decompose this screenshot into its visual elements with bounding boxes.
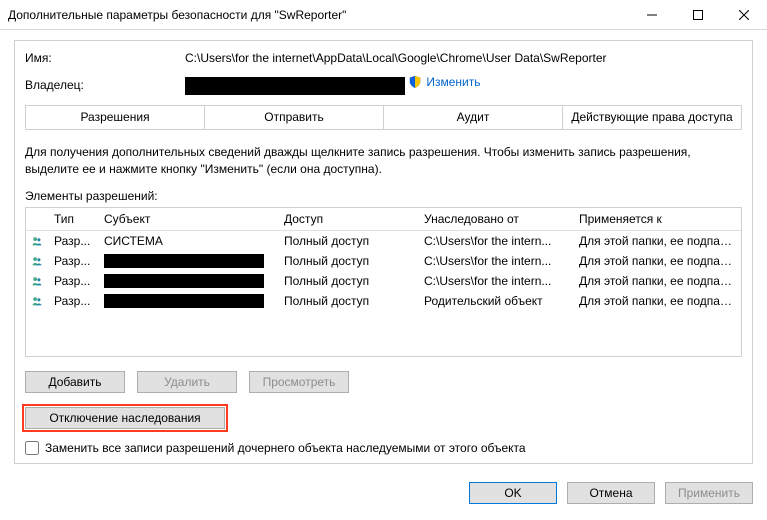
col-access[interactable]: Доступ (278, 208, 418, 230)
dialog-footer: OK Отмена Применить (0, 472, 767, 514)
cell-subject (98, 292, 278, 309)
minimize-icon (647, 10, 657, 20)
user-icon (26, 272, 48, 290)
window-title: Дополнительные параметры безопасности дл… (0, 8, 346, 22)
cell-type: Разр... (48, 233, 98, 249)
col-icon (26, 208, 48, 230)
window-buttons (629, 0, 767, 30)
cell-type: Разр... (48, 253, 98, 269)
action-button-row: Добавить Удалить Просмотреть (25, 371, 742, 393)
cell-type: Разр... (48, 273, 98, 289)
main-panel: Имя: C:\Users\for the internet\AppData\L… (14, 40, 753, 464)
cell-access: Полный доступ (278, 293, 418, 309)
remove-button: Удалить (137, 371, 237, 393)
maximize-icon (693, 10, 703, 20)
cell-inherited: C:\Users\for the intern... (418, 233, 573, 249)
titlebar: Дополнительные параметры безопасности дл… (0, 0, 767, 30)
subject-redacted (104, 254, 264, 268)
user-icon (26, 232, 48, 250)
table-row[interactable]: Разр... Полный доступРодительский объектД… (26, 291, 741, 311)
cell-subject (98, 252, 278, 269)
replace-checkbox-label: Заменить все записи разрешений дочернего… (45, 441, 526, 455)
cell-applies: Для этой папки, ее подпапок ... (573, 293, 741, 309)
table-row[interactable]: Разр...СИСТЕМАПолный доступC:\Users\for … (26, 231, 741, 251)
close-icon (739, 10, 749, 20)
tab-audit[interactable]: Аудит (383, 106, 562, 129)
subject-redacted (104, 294, 264, 308)
permissions-table: Тип Субъект Доступ Унаследовано от Приме… (25, 207, 742, 357)
cell-access: Полный доступ (278, 233, 418, 249)
replace-checkbox[interactable] (25, 441, 39, 455)
cell-applies: Для этой папки, ее подпапок ... (573, 233, 741, 249)
cell-inherited: C:\Users\for the intern... (418, 253, 573, 269)
table-row[interactable]: Разр... Полный доступC:\Users\for the int… (26, 271, 741, 291)
col-type[interactable]: Тип (48, 208, 98, 230)
inherit-button-row: Отключение наследования (25, 407, 742, 429)
view-button: Просмотреть (249, 371, 349, 393)
cell-applies: Для этой папки, ее подпапок ... (573, 253, 741, 269)
cell-type: Разр... (48, 293, 98, 309)
user-icon (26, 292, 48, 310)
owner-redacted (185, 77, 405, 95)
owner-label: Владелец: (25, 78, 185, 92)
name-row: Имя: C:\Users\for the internet\AppData\L… (25, 51, 742, 65)
minimize-button[interactable] (629, 0, 675, 30)
ok-button[interactable]: OK (469, 482, 557, 504)
replace-checkbox-row: Заменить все записи разрешений дочернего… (25, 441, 742, 455)
table-body: Разр...СИСТЕМАПолный доступC:\Users\for … (26, 231, 741, 311)
cell-subject: СИСТЕМА (98, 233, 278, 249)
close-button[interactable] (721, 0, 767, 30)
shield-icon (408, 75, 422, 89)
user-icon (26, 252, 48, 270)
tab-permissions[interactable]: Разрешения (25, 106, 204, 129)
col-subject[interactable]: Субъект (98, 208, 278, 230)
subject-redacted (104, 274, 264, 288)
disable-inheritance-button[interactable]: Отключение наследования (25, 407, 225, 429)
table-header: Тип Субъект Доступ Унаследовано от Приме… (26, 208, 741, 231)
table-row[interactable]: Разр... Полный доступC:\Users\for the int… (26, 251, 741, 271)
apply-button: Применить (665, 482, 753, 504)
cell-access: Полный доступ (278, 253, 418, 269)
col-applies[interactable]: Применяется к (573, 208, 741, 230)
cell-inherited: Родительский объект (418, 293, 573, 309)
cell-applies: Для этой папки, ее подпапок ... (573, 273, 741, 289)
owner-value: Изменить (185, 75, 742, 95)
owner-row: Владелец: Изменить (25, 75, 742, 95)
name-label: Имя: (25, 51, 185, 65)
tab-effective[interactable]: Действующие права доступа (562, 106, 741, 129)
change-owner-label: Изменить (426, 75, 480, 89)
cell-subject (98, 272, 278, 289)
maximize-button[interactable] (675, 0, 721, 30)
help-text: Для получения дополнительных сведений дв… (25, 144, 742, 179)
col-inherited[interactable]: Унаследовано от (418, 208, 573, 230)
cell-access: Полный доступ (278, 273, 418, 289)
tab-share[interactable]: Отправить (204, 106, 383, 129)
name-value: C:\Users\for the internet\AppData\Local\… (185, 51, 742, 65)
add-button[interactable]: Добавить (25, 371, 125, 393)
permissions-section-label: Элементы разрешений: (25, 189, 742, 203)
tabs: Разрешения Отправить Аудит Действующие п… (25, 105, 742, 130)
cell-inherited: C:\Users\for the intern... (418, 273, 573, 289)
cancel-button[interactable]: Отмена (567, 482, 655, 504)
change-owner-link[interactable]: Изменить (408, 75, 480, 89)
